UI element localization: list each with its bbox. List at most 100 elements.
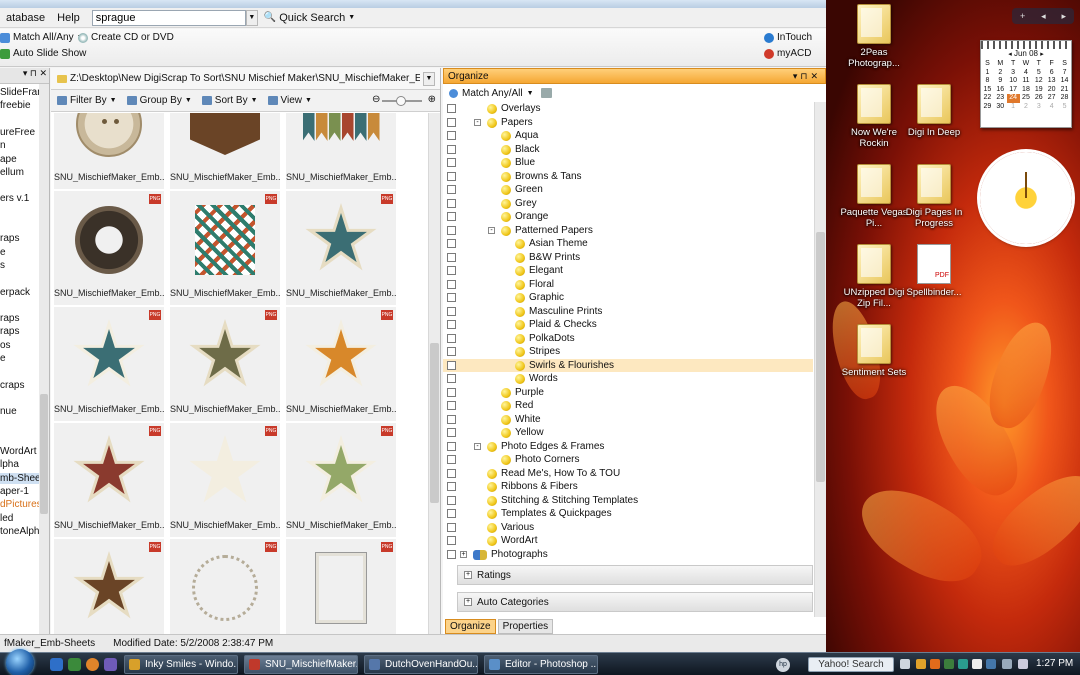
thumbnail-item[interactable]: PNG SNU_MischiefMaker_Emb... [54,191,164,305]
add-gadget-icon[interactable]: + [1020,11,1025,21]
tag-checkbox[interactable] [447,212,456,221]
calendar-day[interactable]: 4 [1020,69,1033,78]
tag-checkbox[interactable] [447,293,456,302]
search-input[interactable] [91,9,246,26]
calendar-day[interactable]: 12 [1032,77,1045,86]
folder-list-item[interactable]: WordArt [0,446,37,457]
create-cd-dvd-button[interactable]: Create CD or DVD [78,32,174,43]
folder-list-item[interactable]: freebie [0,100,31,111]
tag-row[interactable]: Graphic [443,291,813,305]
thumbnail-item[interactable]: PNG SNU_MischiefMaker_Emb... [170,307,280,421]
calendar-day[interactable]: 16 [994,86,1007,95]
calendar-day[interactable]: 30 [994,103,1007,112]
tag-row[interactable]: Photo Corners [443,453,813,467]
calendar-day[interactable]: 21 [1058,86,1071,95]
calendar-day[interactable]: 26 [1032,94,1045,103]
tag-row[interactable]: Words [443,372,813,386]
folder-list-item[interactable]: raps [0,313,19,324]
tab-properties[interactable]: Properties [497,619,554,634]
view-button[interactable]: View ▼ [267,95,312,106]
tag-row[interactable]: Purple [443,386,813,400]
tag-checkbox[interactable] [447,509,456,518]
tag-row[interactable]: WordArt [443,534,813,548]
desktop-icon[interactable]: Spellbinder... [898,244,970,298]
previous-icon[interactable]: ◂ [1041,11,1046,22]
tag-row[interactable]: Various [443,521,813,535]
tray-icon[interactable] [944,659,954,669]
collapse-icon[interactable]: - [474,118,481,126]
folder-list-item[interactable]: ellum [0,167,24,178]
tag-checkbox[interactable] [447,428,456,437]
tag-checkbox[interactable] [447,320,456,329]
tray-icon[interactable] [930,659,940,669]
folder-list-scrollbar[interactable] [39,84,49,634]
taskbar-clock[interactable]: 1:27 PM [1036,658,1073,669]
tag-row[interactable]: Templates & Quickpages [443,507,813,521]
next-month-icon[interactable]: ▸ [1040,51,1044,58]
collapse-icon[interactable]: - [474,442,481,450]
tag-checkbox[interactable] [447,522,456,532]
tag-row[interactable]: Grey [443,197,813,211]
next-icon[interactable]: ▸ [1062,11,1067,22]
tag-checkbox[interactable] [447,468,456,478]
folder-list-item[interactable]: toneAlph [0,526,39,537]
tag-checkbox[interactable] [447,104,456,113]
tag-row[interactable]: Elegant [443,264,813,278]
calendar-day[interactable]: 20 [1045,86,1058,95]
calendar-day[interactable]: 25 [1020,94,1033,103]
organize-scrollbar[interactable] [814,102,826,617]
panel-controls[interactable]: ▾ ⊓ ✕ [0,68,49,84]
panel-controls[interactable]: ▾⊓✕ [793,71,821,82]
folder-list-item[interactable]: raps [0,233,19,244]
title-bar[interactable] [0,0,826,8]
calendar-day[interactable]: 5 [1032,69,1045,78]
calendar-day[interactable]: 7 [1058,69,1071,78]
thumbnail-item[interactable]: SNU_MischiefMaker_Emb... [286,113,396,189]
expand-icon[interactable]: + [464,571,472,579]
tab-organize[interactable]: Organize [445,619,496,634]
thumbnail-item[interactable]: PNG [286,539,396,634]
tag-checkbox[interactable] [447,198,456,208]
new-tag-icon[interactable] [540,88,552,98]
tag-row[interactable]: - Photo Edges & Frames [443,440,813,454]
calendar-day[interactable]: 11 [1020,77,1033,86]
calendar-day[interactable]: 19 [1032,86,1045,95]
thumbnail-item[interactable]: PNG [54,539,164,634]
folder-list-item[interactable]: craps [0,380,24,391]
tag-row[interactable]: Ribbons & Fibers [443,480,813,494]
folder-list-item[interactable]: raps [0,326,19,337]
tag-checkbox[interactable] [447,495,456,505]
network-icon[interactable] [1002,659,1012,669]
tag-row[interactable]: Asian Theme [443,237,813,251]
ratings-section[interactable]: + Ratings [457,565,813,585]
tag-row[interactable]: Orange [443,210,813,224]
folder-list-item[interactable]: n [0,140,6,151]
thumbnail-item[interactable]: PNG SNU_MischiefMaker_Emb... [286,307,396,421]
sidebar-controls[interactable]: + ◂ ▸ [1012,8,1074,24]
scrollbar-thumb[interactable] [816,232,825,482]
folder-list-item[interactable]: s [0,260,5,271]
yahoo-search-box[interactable]: Yahoo! Search [808,657,894,672]
tag-row[interactable]: B&W Prints [443,251,813,265]
calendar-day[interactable]: 6 [1045,69,1058,78]
tag-checkbox[interactable] [447,347,456,356]
tag-row[interactable]: Green [443,183,813,197]
calendar-day[interactable]: 9 [994,77,1007,86]
scrollbar-thumb[interactable] [430,343,439,503]
calendar-day[interactable]: 29 [981,103,994,112]
tag-row[interactable]: - Papers [443,116,813,130]
calendar-day[interactable]: 3 [1007,69,1020,78]
folder-list-item[interactable]: ape [0,154,17,165]
match-all-any-button[interactable]: Match All/Any ▼ [0,32,84,43]
menu-help[interactable]: Help [51,12,86,24]
taskbar-button[interactable]: Inky Smiles - Windo... [124,655,238,674]
search-dropdown-button[interactable]: ▼ [245,9,258,26]
match-any-all-button[interactable]: Match Any/All ▼ [443,84,826,102]
tag-checkbox[interactable] [447,441,456,451]
calendar-day[interactable]: 2 [1020,103,1033,112]
desktop-icon[interactable]: Sentiment Sets [838,324,910,378]
folder-list-item[interactable]: nue [0,406,17,417]
tag-row[interactable]: PolkaDots [443,332,813,346]
tag-checkbox[interactable] [447,279,456,289]
tag-row[interactable]: Stripes [443,345,813,359]
